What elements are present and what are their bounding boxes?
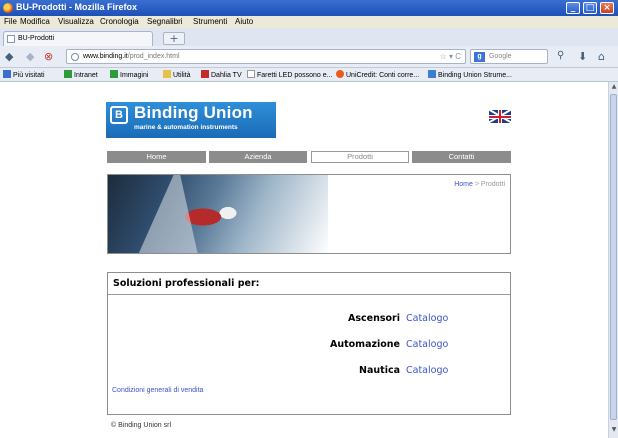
menu-cronologia[interactable]: Cronologia (100, 17, 139, 26)
search-placeholder: Google (489, 53, 512, 60)
maximize-button[interactable]: □ (583, 2, 597, 14)
title-bar: BU-Prodotti - Mozilla Firefox _ □ × (0, 0, 618, 16)
page-icon (7, 35, 15, 43)
minimize-button[interactable]: _ (566, 2, 580, 14)
bookmark-intranet[interactable]: Intranet (64, 70, 98, 79)
list-item: Nautica Catalogo (108, 365, 458, 379)
logo-name: Binding Union (134, 103, 253, 122)
bookmark-dahlia-tv[interactable]: Dahlia TV (201, 70, 242, 79)
nav-contatti[interactable]: Contatti (412, 151, 511, 163)
magnifier-icon[interactable]: ⚲ (557, 50, 564, 61)
tab-strip: BU-Prodotti + (0, 28, 618, 46)
bookmark-icon (428, 70, 436, 78)
bookmark-unicredit[interactable]: UniCredit: Conti corre... (336, 70, 419, 79)
page-icon (247, 70, 255, 78)
menu-aiuto[interactable]: Aiuto (235, 17, 253, 26)
nav-home[interactable]: Home (107, 151, 206, 163)
solutions-panel: Soluzioni professionali per: Ascensori C… (107, 272, 511, 415)
uk-flag-icon[interactable] (489, 110, 511, 123)
conditions-link[interactable]: Condizioni generali di vendita (112, 387, 203, 394)
binding-union-logo[interactable]: B Binding Union marine & automation inst… (106, 102, 276, 138)
menu-strumenti[interactable]: Strumenti (193, 17, 227, 26)
bookmark-icon (110, 70, 118, 78)
bookmark-icon (3, 70, 11, 78)
category-label-nautica: Nautica (359, 365, 400, 376)
divider (108, 294, 510, 295)
nav-prodotti[interactable]: Prodotti (311, 151, 409, 163)
forward-arrow-icon[interactable]: ◆ (26, 50, 34, 63)
page-viewport: B Binding Union marine & automation inst… (0, 82, 608, 438)
globe-icon (71, 53, 79, 61)
scroll-down-arrow-icon[interactable]: ▼ (610, 426, 618, 435)
reload-icon[interactable]: ☆ ▾ C (440, 52, 461, 61)
download-icon[interactable]: ⬇ (578, 50, 587, 63)
new-tab-button[interactable]: + (163, 32, 185, 45)
bookmark-icon (336, 70, 344, 78)
scroll-up-arrow-icon[interactable]: ▲ (610, 83, 618, 92)
close-button[interactable]: × (600, 2, 614, 14)
breadcrumb-separator: > (472, 181, 481, 188)
nav-azienda[interactable]: Azienda (209, 151, 307, 163)
catalogo-link-ascensori[interactable]: Catalogo (406, 313, 448, 324)
breadcrumb-current: Prodotti (480, 181, 505, 188)
tab-label: BU-Prodotti (18, 35, 55, 42)
list-item: Ascensori Catalogo (108, 313, 458, 327)
window-title: BU-Prodotti - Mozilla Firefox (16, 2, 137, 12)
bookmarks-bar: Più visitati Intranet Immagini Utilità D… (0, 68, 618, 82)
folder-icon (163, 70, 171, 78)
navigation-bar: ◆ ◆ ⊗ www.binding.it/prod_index.html ☆ ▾… (0, 46, 618, 68)
catalogo-link-automazione[interactable]: Catalogo (406, 339, 448, 350)
back-arrow-icon[interactable]: ◆ (5, 50, 13, 63)
search-input[interactable]: g Google (470, 49, 548, 64)
url-bar[interactable]: www.binding.it/prod_index.html ☆ ▾ C (66, 49, 466, 64)
scrollbar-thumb[interactable] (610, 94, 617, 420)
category-label-automazione: Automazione (329, 339, 400, 350)
catalogo-link-nautica[interactable]: Catalogo (406, 365, 448, 376)
list-item: Automazione Catalogo (108, 339, 458, 353)
bookmark-piu-visitati[interactable]: Più visitati (3, 70, 45, 79)
bookmark-faretti-led[interactable]: Faretti LED possono e... (247, 70, 332, 79)
url-host: www.binding.it (83, 53, 128, 60)
home-icon[interactable]: ⊗ (44, 50, 53, 63)
url-path: /prod_index.html (127, 53, 180, 60)
google-search-icon: g (474, 52, 485, 62)
firefox-icon (3, 3, 13, 13)
bookmark-utilita[interactable]: Utilità (163, 70, 191, 79)
bookmark-binding-union[interactable]: Binding Union Strume... (428, 70, 512, 79)
header-banner: Home > Prodotti (107, 174, 511, 254)
bookmark-icon (201, 70, 209, 78)
menu-bar: File Modifica Visualizza Cronologia Segn… (0, 16, 618, 28)
menu-segnalibri[interactable]: Segnalibri (147, 17, 183, 26)
footer-copyright: © Binding Union srl (111, 422, 172, 429)
vertical-scrollbar[interactable]: ▲ ▼ (608, 82, 618, 438)
menu-file[interactable]: File (4, 17, 17, 26)
menu-modifica[interactable]: Modifica (20, 17, 50, 26)
logo-tagline: marine & automation instruments (134, 124, 238, 131)
category-label-ascensori: Ascensori (348, 313, 400, 324)
home-page-icon[interactable]: ⌂ (598, 50, 605, 63)
sailing-photo (108, 175, 328, 253)
bookmark-immagini[interactable]: Immagini (110, 70, 148, 79)
bookmark-icon (64, 70, 72, 78)
logo-mark-icon: B (110, 106, 128, 124)
breadcrumb: Home > Prodotti (454, 181, 505, 188)
breadcrumb-home-link[interactable]: Home (454, 181, 473, 188)
tab-bu-prodotti[interactable]: BU-Prodotti (3, 31, 153, 46)
panel-heading: Soluzioni professionali per: (113, 278, 260, 289)
menu-visualizza[interactable]: Visualizza (58, 17, 94, 26)
